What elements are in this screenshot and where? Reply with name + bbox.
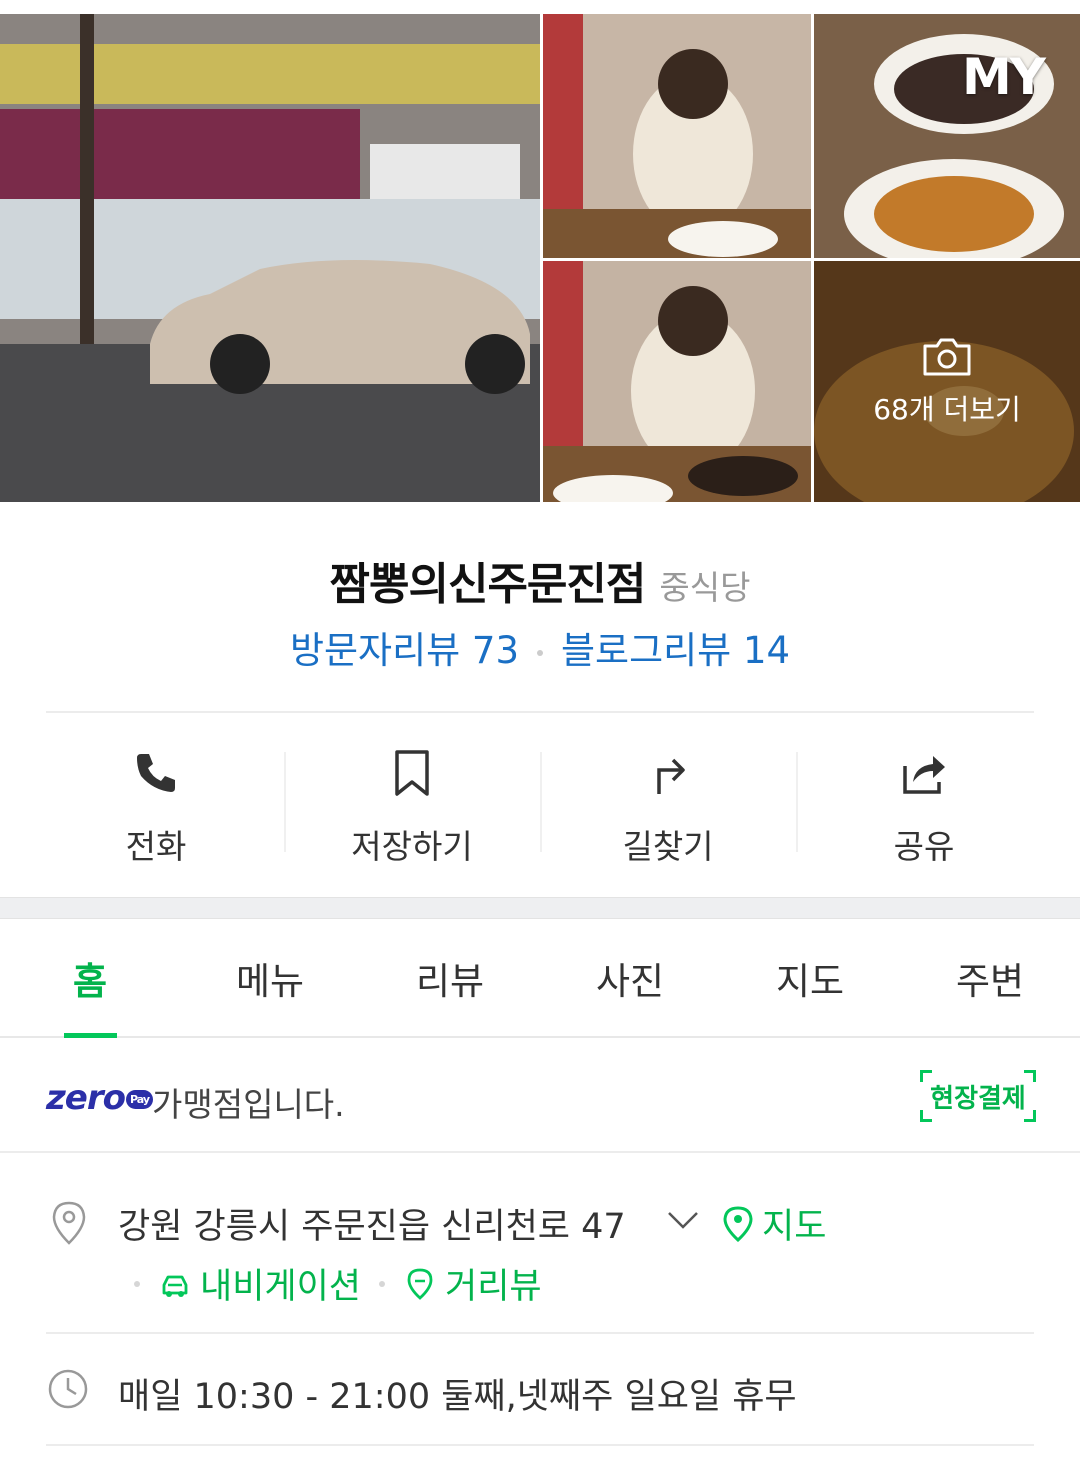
more-photos-label: 68개 더보기 [873, 392, 1021, 426]
call-label: 전화 [125, 827, 187, 866]
tab-photos[interactable]: 사진 [540, 920, 720, 1036]
car-icon [162, 1275, 188, 1297]
zeropay-logo: zero Pay [46, 1078, 154, 1118]
review-links: 방문자리뷰 73 블로그리뷰 14 [0, 620, 1080, 674]
map-link[interactable]: 지도 [722, 1198, 826, 1249]
visitor-reviews-link[interactable]: 방문자리뷰 73 [290, 629, 519, 672]
save-label: 저장하기 [351, 827, 473, 866]
bracket-corner [1024, 1110, 1036, 1122]
business-hours[interactable]: 매일 10:30 - 21:00 둘째,넷째주 일요일 휴무 [118, 1368, 797, 1419]
blog-reviews-link[interactable]: 블로그리뷰 14 [561, 629, 790, 672]
more-photos-overlay[interactable]: 68개 더보기 [814, 261, 1080, 502]
street-view-link-label: 거리뷰 [445, 1267, 542, 1307]
photo-gallery: MY 68개 더보기 [0, 14, 1080, 502]
address-text[interactable]: 강원 강릉시 주문진읍 신리천로 47 [118, 1198, 626, 1249]
tab-home[interactable]: 홈 [0, 920, 180, 1038]
share-button[interactable]: 공유 [796, 740, 1052, 870]
save-button[interactable]: 저장하기 [284, 740, 540, 870]
tab-nearby[interactable]: 주변 [900, 920, 1080, 1036]
street-view-link[interactable]: 거리뷰 [403, 1258, 542, 1309]
clock-icon [48, 1369, 88, 1409]
onsite-payment-label: 현장결제 [930, 1083, 1026, 1114]
directions-button[interactable]: 길찾기 [540, 740, 796, 870]
call-button[interactable]: 전화 [28, 740, 284, 870]
photo-thumb-1[interactable] [543, 14, 811, 258]
separator-dot [379, 1280, 386, 1287]
tab-menu[interactable]: 메뉴 [180, 920, 360, 1036]
photo-thumb-2[interactable]: MY [814, 14, 1080, 258]
navigation-link-label: 내비게이션 [200, 1267, 362, 1307]
street-view-pin-icon [407, 1268, 433, 1300]
phone-icon [137, 754, 175, 792]
map-link-label: 지도 [762, 1207, 827, 1247]
zeropay-row: zero Pay 가맹점입니다. 현장결제 [0, 1040, 1080, 1153]
directions-label: 길찾기 [622, 827, 714, 866]
storefront-photo[interactable] [0, 14, 540, 502]
separator-dot [537, 649, 543, 656]
zeropay-logo-text: zero [46, 1078, 126, 1118]
action-bar: 전화 저장하기 길찾기 공유 [28, 740, 1052, 870]
zeropay-logo-sub: Pay [125, 1090, 154, 1109]
place-category: 중식당 [659, 568, 751, 607]
divider [46, 1444, 1034, 1446]
navigation-link[interactable]: 내비게이션 [158, 1258, 361, 1309]
share-label: 공유 [893, 827, 955, 866]
directions-icon [657, 758, 685, 794]
divider [46, 1332, 1034, 1334]
tab-reviews[interactable]: 리뷰 [360, 920, 540, 1036]
place-title-row: 짬뽕의신주문진점 중식당 [0, 548, 1080, 612]
zeropay-text: 가맹점입니다. [152, 1085, 345, 1124]
tab-bar: 홈 메뉴 리뷰 사진 지도 주변 [0, 920, 1080, 1038]
bracket-corner [1024, 1070, 1036, 1082]
section-gap [0, 897, 1080, 919]
separator-dot [134, 1280, 140, 1287]
chevron-down-icon[interactable] [666, 1208, 700, 1232]
place-name: 짬뽕의신주문진점 [329, 559, 647, 610]
bookmark-icon [395, 750, 429, 796]
address-sub-links: 내비게이션 거리뷰 [116, 1258, 542, 1309]
bracket-corner [920, 1110, 932, 1122]
photo-thumb-more[interactable]: 68개 더보기 [814, 261, 1080, 502]
camera-icon [923, 338, 971, 375]
divider [46, 711, 1034, 713]
map-pin-icon [723, 1205, 753, 1242]
photo-thumb-3[interactable] [543, 261, 811, 502]
share-icon [903, 756, 945, 794]
tab-map[interactable]: 지도 [720, 920, 900, 1036]
location-pin-icon [52, 1201, 86, 1245]
bracket-corner [920, 1070, 932, 1082]
my-badge: MY [962, 48, 1046, 106]
onsite-payment-badge: 현장결제 [920, 1070, 1036, 1122]
